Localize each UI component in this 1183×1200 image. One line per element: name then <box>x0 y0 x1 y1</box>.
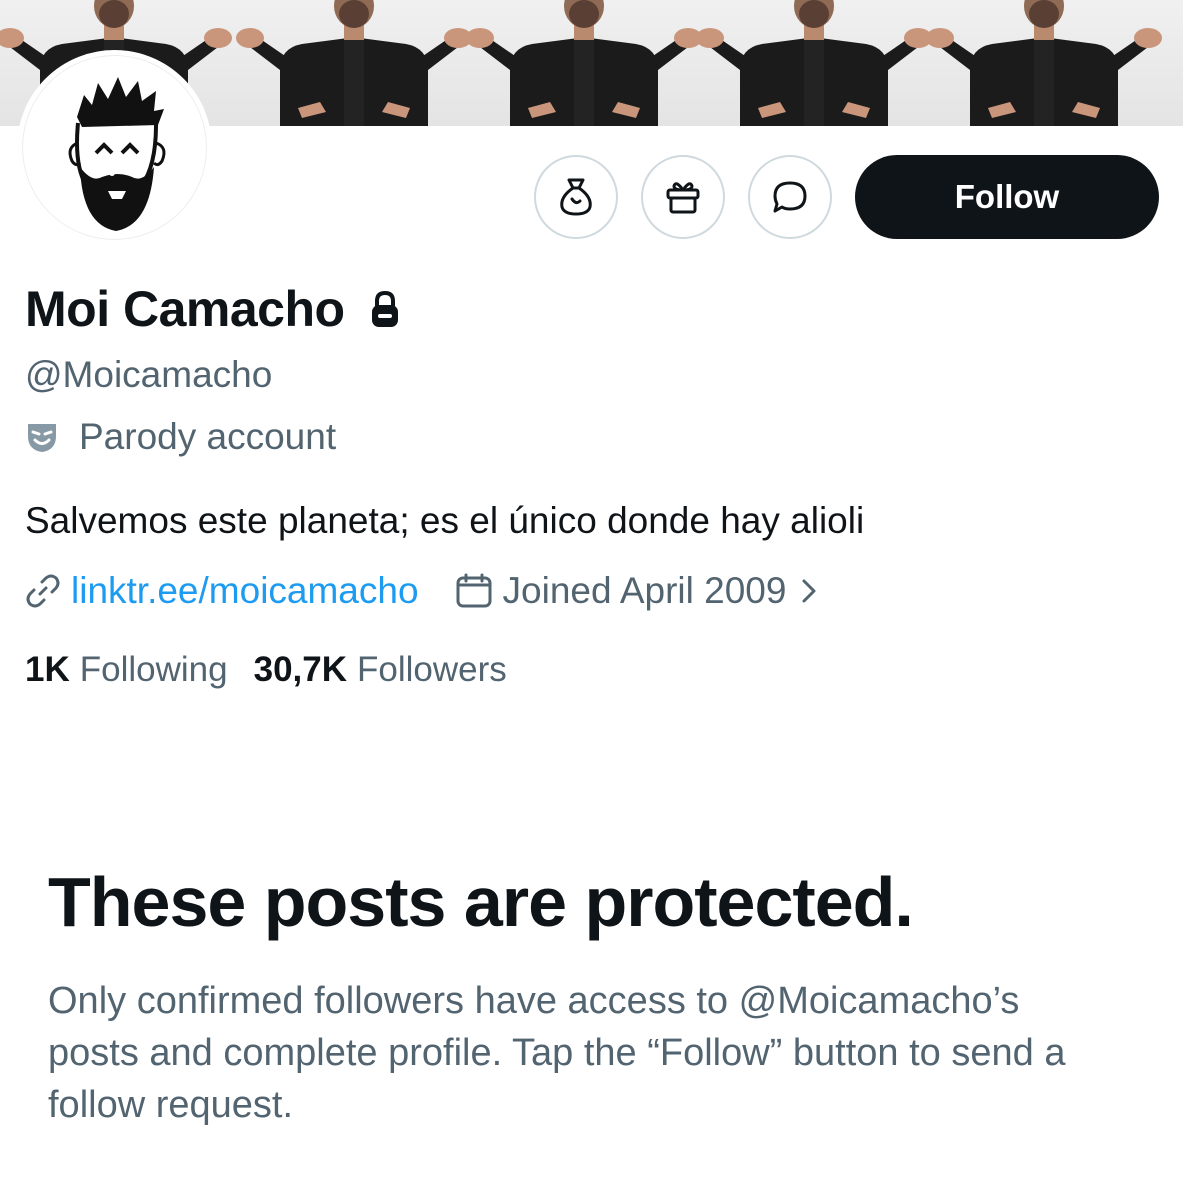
followers-count: 30,7K <box>253 650 348 689</box>
message-icon <box>773 181 807 213</box>
parody-text: Parody account <box>79 416 337 457</box>
following-label: Following <box>79 650 228 689</box>
follow-button[interactable]: Follow <box>855 155 1159 239</box>
followers-stat[interactable]: 30,7K Followers <box>254 650 507 690</box>
avatar[interactable] <box>17 50 212 245</box>
parody-label: Parody account <box>25 416 336 458</box>
protected-title: These posts are protected. <box>48 863 914 941</box>
handle: @Moicamacho <box>25 354 273 395</box>
display-name: Moi Camacho <box>25 281 345 337</box>
joined-text: Joined April 2009 <box>502 570 787 611</box>
profile-meta: linktr.ee/moicamacho Joined April 2009 <box>25 570 818 612</box>
mask-icon <box>28 424 56 452</box>
protected-description: Only confirmed followers have access to … <box>48 980 1066 1126</box>
following-count: 1K <box>25 650 70 689</box>
profile-link[interactable]: linktr.ee/moicamacho <box>71 570 419 612</box>
following-stat[interactable]: 1K Following <box>25 650 228 690</box>
message-button[interactable] <box>748 155 832 239</box>
joined-date[interactable]: Joined April 2009 <box>455 570 819 612</box>
avatar-drawing <box>68 77 166 231</box>
name-row: Moi Camacho <box>25 280 403 338</box>
link-icon <box>26 574 60 608</box>
bio: Salvemos este planeta; es el único donde… <box>25 500 865 541</box>
gift-button[interactable] <box>641 155 725 239</box>
tip-button[interactable] <box>534 155 618 239</box>
calendar-icon <box>456 573 492 608</box>
follow-stats: 1K Following 30,7K Followers <box>25 650 507 690</box>
chevron-right-icon <box>802 579 816 603</box>
gift-icon <box>666 182 700 214</box>
followers-label: Followers <box>357 650 507 689</box>
money-bag-icon <box>560 178 592 216</box>
lock-icon <box>367 290 403 335</box>
